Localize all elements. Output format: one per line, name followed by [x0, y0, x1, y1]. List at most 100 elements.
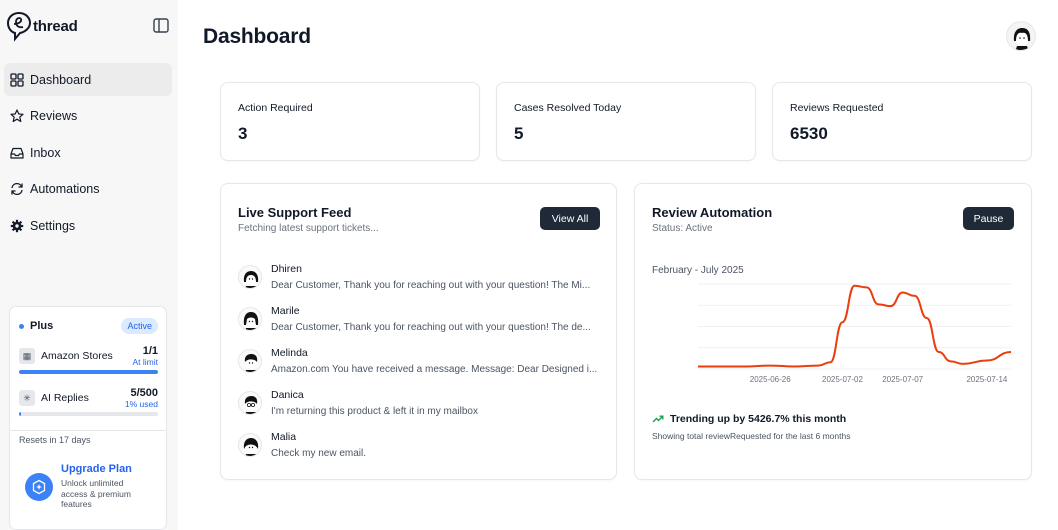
stat-card-reviews-requested[interactable]: Reviews Requested 6530	[772, 82, 1032, 161]
ticket-author: Melinda	[271, 347, 308, 359]
plan-card: Plus Active ▦ Amazon Stores 1/1 At limit	[9, 306, 167, 530]
usage-note: At limit	[132, 357, 159, 367]
usage-label: AI Replies	[41, 392, 89, 404]
upgrade-title[interactable]: Upgrade Plan	[61, 463, 141, 475]
x-tick-label: 2025-07-07	[882, 375, 923, 384]
ticket-preview: I'm returning this product & left it in …	[271, 406, 478, 417]
panel-title: Review Automation	[652, 205, 773, 220]
usage-count: 5/500	[130, 387, 158, 399]
sidebar-nav: Dashboard Reviews Inbox Automations Sett…	[4, 63, 172, 246]
avatar	[238, 307, 262, 331]
avatar	[238, 265, 262, 289]
panel-subtitle: Status: Active	[652, 223, 713, 234]
feed-list: Dhiren Dear Customer, Thank you for reac…	[238, 260, 600, 470]
x-tick-label: 2025-07-14	[966, 375, 1007, 384]
usage-note: 1% used	[124, 399, 158, 409]
sidebar: thread Dashboard Reviews Inbox Automatio…	[0, 0, 178, 530]
trend-note: Showing total reviewRequested for the la…	[652, 431, 851, 441]
ticket-preview: Check my new email.	[271, 448, 367, 459]
panel-subtitle: Fetching latest support tickets...	[238, 223, 379, 234]
thread-logo-icon	[6, 11, 32, 42]
avatar-face-icon	[243, 271, 259, 288]
avatar	[238, 349, 262, 373]
star-icon	[10, 109, 24, 123]
pause-button[interactable]: Pause	[963, 207, 1014, 230]
user-avatar[interactable]	[1006, 21, 1036, 51]
stat-card-cases-resolved[interactable]: Cases Resolved Today 5	[496, 82, 756, 161]
ticket-preview: Amazon.com You have received a message. …	[271, 364, 598, 375]
sidebar-item-label: Reviews	[30, 109, 78, 123]
avatar-face-icon	[1013, 28, 1031, 50]
plan-name-label: Plus	[30, 320, 54, 332]
stat-value: 3	[238, 124, 248, 143]
brand[interactable]: thread	[6, 10, 78, 42]
stat-value: 5	[514, 124, 524, 143]
sidebar-item-reviews[interactable]: Reviews	[4, 100, 172, 133]
ticket-author: Marile	[271, 305, 300, 317]
usage-bar-fill	[19, 412, 22, 416]
upgrade-description: Unlock unlimited access & premium featur…	[61, 478, 131, 510]
usage-amazon-stores: ▦ Amazon Stores 1/1 At limit	[19, 345, 158, 374]
list-item[interactable]: Dhiren Dear Customer, Thank you for reac…	[238, 260, 600, 302]
sidebar-item-label: Automations	[30, 182, 100, 196]
grid-icon	[10, 72, 24, 87]
avatar	[238, 391, 262, 415]
sidebar-item-automations[interactable]: Automations	[4, 173, 172, 206]
plan-header: Plus Active	[19, 318, 158, 334]
usage-ai-replies: ✳ AI Replies 5/500 1% used	[19, 387, 158, 416]
sidebar-item-dashboard[interactable]: Dashboard	[4, 63, 172, 96]
list-item[interactable]: Danica I'm returning this product & left…	[238, 386, 600, 428]
list-item[interactable]: Melinda Amazon.com You have received a m…	[238, 344, 600, 386]
avatar-face-icon	[243, 312, 259, 330]
avatar-face-icon	[243, 438, 259, 456]
stat-value: 6530	[790, 124, 828, 143]
live-support-feed-panel: Live Support Feed Fetching latest suppor…	[220, 183, 617, 480]
status-badge: Active	[121, 318, 158, 334]
brand-name: thread	[33, 17, 78, 35]
status-dot	[19, 323, 24, 329]
page-title: Dashboard	[203, 25, 311, 48]
ticket-preview: Dear Customer, Thank you for reaching ou…	[271, 280, 591, 291]
ticket-author: Danica	[271, 389, 304, 401]
list-item[interactable]: Marile Dear Customer, Thank you for reac…	[238, 302, 600, 344]
stat-label: Reviews Requested	[790, 102, 884, 114]
trend-summary: Trending up by 5426.7% this month	[652, 413, 846, 425]
sidebar-item-label: Settings	[30, 218, 76, 233]
stat-label: Action Required	[238, 102, 313, 114]
upgrade-plan-link[interactable]: Upgrade Plan Unlock unlimited access & p…	[25, 463, 141, 510]
ticket-author: Dhiren	[271, 263, 302, 275]
sidebar-item-label: Dashboard	[30, 72, 92, 87]
view-all-button[interactable]: View All	[540, 207, 600, 230]
avatar	[238, 433, 262, 457]
usage-bar-fill	[19, 370, 158, 374]
plan-name: Plus	[19, 320, 53, 332]
sidebar-toggle-icon[interactable]	[153, 18, 169, 33]
stat-card-action-required[interactable]: Action Required 3	[220, 82, 480, 161]
trend-text: Trending up by 5426.7% this month	[670, 413, 847, 425]
usage-bar	[19, 370, 158, 374]
avatar-face-icon	[244, 396, 258, 414]
usage-bar	[19, 412, 158, 416]
sparkle-icon: ✳	[19, 390, 35, 406]
store-icon: ▦	[19, 348, 35, 364]
ticket-preview: Dear Customer, Thank you for reaching ou…	[271, 322, 591, 333]
chart-date-range: February - July 2025	[652, 265, 744, 276]
usage-label: Amazon Stores	[41, 350, 113, 362]
usage-count: 1/1	[142, 345, 158, 357]
x-tick-label: 2025-07-02	[822, 375, 863, 384]
review-automation-panel: Review Automation Status: Active Pause F…	[634, 183, 1032, 480]
sidebar-item-settings[interactable]: Settings	[4, 209, 172, 242]
sidebar-item-label: Inbox	[30, 145, 61, 160]
inbox-icon	[10, 147, 24, 159]
sidebar-item-inbox[interactable]: Inbox	[4, 136, 172, 169]
gear-icon	[10, 219, 24, 232]
upgrade-shield-icon	[25, 473, 53, 501]
x-tick-label: 2025-06-26	[750, 375, 791, 384]
stat-label: Cases Resolved Today	[514, 102, 622, 114]
ticket-author: Malia	[271, 431, 297, 443]
review-requests-chart: 2025-06-26 2025-07-02 2025-07-07 2025-07-14	[698, 283, 1012, 384]
divider	[10, 430, 166, 431]
list-item[interactable]: Malia Check my new email.	[238, 428, 600, 470]
refresh-icon	[11, 182, 23, 196]
panel-title: Live Support Feed	[238, 205, 352, 220]
